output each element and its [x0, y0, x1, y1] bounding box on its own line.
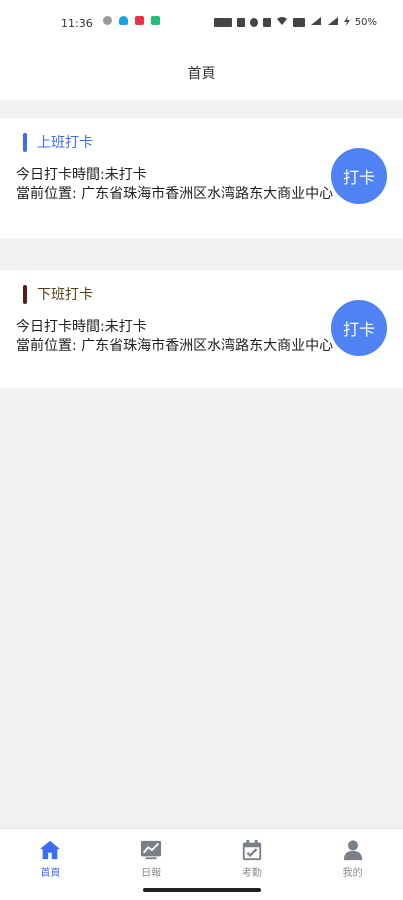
chart-icon	[141, 840, 162, 860]
checkout-card-header: 下班打卡	[23, 284, 93, 304]
checkout-info: 今日打卡時間:未打卡 當前位置: 广东省珠海市香洲区水湾路东大商业中心	[16, 318, 334, 356]
app-notification-icon	[135, 16, 144, 25]
alarm-icon	[236, 18, 245, 27]
wifi-icon	[276, 16, 288, 29]
signal-icon	[327, 16, 339, 29]
home-indicator[interactable]	[143, 888, 261, 892]
charging-icon	[343, 16, 350, 29]
system-status-icons: 50%	[213, 16, 377, 29]
checkin-info: 今日打卡時間:未打卡 當前位置: 广东省珠海市香洲区水湾路东大商业中心	[16, 166, 334, 204]
status-bar: 11:36 50%	[0, 0, 403, 46]
tab-daily-report-label: 日報	[141, 868, 162, 879]
tab-profile-label: 我的	[342, 868, 363, 879]
app-notification-icon	[119, 16, 128, 25]
status-time: 11:36	[61, 17, 93, 30]
checkout-card: 下班打卡 今日打卡時間:未打卡 當前位置: 广东省珠海市香洲区水湾路东大商业中心…	[0, 270, 403, 388]
nfc-icon	[213, 18, 232, 27]
home-icon	[40, 840, 61, 860]
checkin-time-text: 今日打卡時間:未打卡	[16, 167, 147, 183]
checkin-location-text: 當前位置: 广东省珠海市香洲区水湾路东大商业中心	[16, 186, 334, 202]
settings-icon	[103, 16, 112, 25]
app-notification-icon	[151, 16, 160, 25]
tab-home-label: 首頁	[40, 868, 61, 879]
checkin-accent-bar	[23, 132, 27, 152]
checkout-punch-button[interactable]: 打卡	[331, 300, 387, 356]
vibrate-icon	[262, 18, 271, 27]
tab-home[interactable]: 首頁	[0, 829, 101, 900]
checkin-card-header: 上班打卡	[23, 132, 93, 152]
do-not-disturb-icon	[249, 18, 258, 27]
notification-icons	[103, 16, 160, 25]
top-navigation-bar: 首頁	[0, 46, 403, 100]
checkin-punch-button[interactable]: 打卡	[331, 148, 387, 204]
checkin-card: 上班打卡 今日打卡時間:未打卡 當前位置: 广东省珠海市香洲区水湾路东大商业中心…	[0, 118, 403, 238]
checkout-time-text: 今日打卡時間:未打卡	[16, 319, 147, 335]
checkin-title: 上班打卡	[37, 135, 93, 151]
tab-attendance-label: 考勤	[241, 868, 262, 879]
hd-icon	[292, 18, 305, 27]
checkout-accent-bar	[23, 284, 27, 304]
signal-icon	[310, 16, 322, 29]
battery-level: 50%	[354, 17, 377, 28]
checkout-title: 下班打卡	[37, 287, 93, 303]
tab-profile[interactable]: 我的	[302, 829, 403, 900]
user-icon	[343, 840, 362, 861]
calendar-check-icon	[242, 839, 262, 861]
page-title: 首頁	[187, 66, 216, 82]
checkout-location-text: 當前位置: 广东省珠海市香洲区水湾路东大商业中心	[16, 338, 334, 354]
